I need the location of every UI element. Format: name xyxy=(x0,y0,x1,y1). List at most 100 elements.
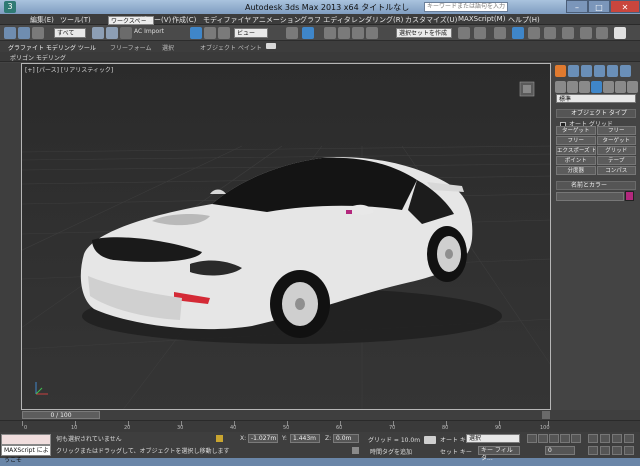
maxscript-listener-output[interactable] xyxy=(1,434,51,445)
curve-editor-icon[interactable] xyxy=(528,27,540,39)
set-key-button[interactable]: セット キー xyxy=(440,447,472,456)
mirror-icon[interactable] xyxy=(458,27,470,39)
name-color-rollout-header[interactable]: 名前とカラー xyxy=(556,181,636,190)
menu-customize[interactable]: カスタマイズ(U) xyxy=(405,15,457,25)
redo-icon[interactable] xyxy=(18,27,30,39)
menu-rendering[interactable]: レンダリング(R) xyxy=(351,15,403,25)
x-coordinate-field[interactable]: -1.027m xyxy=(248,434,278,443)
field-of-view-icon[interactable] xyxy=(588,446,598,455)
current-frame-field[interactable]: 0 xyxy=(545,446,575,455)
menu-modifiers[interactable]: モディファイヤ xyxy=(203,15,251,25)
tab-object-paint[interactable]: オブジェクト ペイント xyxy=(200,43,262,52)
menu-graph-editors[interactable]: グラフ エディタ xyxy=(300,15,351,25)
object-button[interactable]: ターゲット xyxy=(596,136,636,145)
menu-animation[interactable]: アニメーション xyxy=(252,15,301,25)
display-tab-icon[interactable] xyxy=(607,65,618,77)
reference-coord-select[interactable]: ビュー xyxy=(234,28,268,38)
object-button[interactable]: コンパス xyxy=(596,166,636,175)
selection-filter-select[interactable]: すべて xyxy=(54,28,86,38)
select-manipulate-icon[interactable] xyxy=(302,27,314,39)
tab-selection[interactable]: 選択 xyxy=(162,43,174,52)
timeline-next-icon[interactable] xyxy=(542,411,550,419)
orbit-icon[interactable] xyxy=(612,446,622,455)
render-setup-icon[interactable] xyxy=(580,27,592,39)
search-input[interactable]: キーワードまたは語句を入力 xyxy=(424,2,508,12)
pivot-icon[interactable] xyxy=(286,27,298,39)
close-button[interactable]: ✕ xyxy=(610,0,640,13)
create-tab-icon[interactable] xyxy=(555,65,566,77)
menu-help[interactable]: ヘルプ(H) xyxy=(508,15,540,25)
key-icon[interactable] xyxy=(424,436,436,444)
zoom-extents-all-icon[interactable] xyxy=(624,434,634,443)
menu-edit[interactable]: 編集(E) xyxy=(30,15,54,25)
play-icon[interactable] xyxy=(549,434,559,443)
key-mode-select[interactable]: 選択 xyxy=(466,434,520,443)
object-button[interactable]: 分度器 xyxy=(556,166,596,175)
key-filters-button[interactable]: キー フィルタ... xyxy=(478,446,520,462)
object-type-rollout-header[interactable]: オブジェクト タイプ xyxy=(556,109,636,118)
polygon-modeling-label[interactable]: ポリゴン モデリング xyxy=(10,53,66,62)
layer-icon[interactable] xyxy=(494,27,506,39)
zoom-extents-icon[interactable] xyxy=(612,434,622,443)
z-coordinate-field[interactable]: 0.0m xyxy=(333,434,359,443)
add-time-tag[interactable]: 時間タグを追加 xyxy=(370,447,412,456)
systems-icon[interactable] xyxy=(627,81,638,93)
named-selection-set-select[interactable]: 選択セットを作成 xyxy=(396,28,452,38)
previous-frame-icon[interactable] xyxy=(538,434,548,443)
geometry-icon[interactable] xyxy=(555,81,566,93)
link-icon[interactable] xyxy=(32,27,44,39)
render-frame-icon[interactable] xyxy=(596,27,608,39)
time-slider[interactable]: 0 / 100 xyxy=(22,411,100,419)
menu-view[interactable]: ビュー(V) xyxy=(140,15,171,25)
cameras-icon[interactable] xyxy=(591,81,602,93)
material-editor-icon[interactable] xyxy=(562,27,574,39)
ribbon-toggle-icon[interactable] xyxy=(266,43,276,49)
motion-tab-icon[interactable] xyxy=(594,65,605,77)
app-logo-icon[interactable]: 3 xyxy=(4,1,16,13)
object-button[interactable]: フリー xyxy=(556,136,596,145)
time-tag-icon[interactable] xyxy=(352,447,359,454)
scale-icon[interactable] xyxy=(218,27,230,39)
next-frame-icon[interactable] xyxy=(560,434,570,443)
go-to-start-icon[interactable] xyxy=(527,434,537,443)
ac-import-label[interactable]: AC Import xyxy=(134,28,164,35)
object-button[interactable]: エクスポーズ トン xyxy=(556,146,596,155)
hierarchy-tab-icon[interactable] xyxy=(581,65,592,77)
zoom-icon[interactable] xyxy=(588,434,598,443)
object-button[interactable]: グリッド xyxy=(596,146,636,155)
render-icon[interactable] xyxy=(614,27,626,39)
move-icon[interactable] xyxy=(190,27,202,39)
menu-tools[interactable]: ツール(T) xyxy=(60,15,91,25)
perspective-viewport[interactable]: [+] [パース] [リアリスティック] xyxy=(21,63,551,410)
lock-selection-icon[interactable] xyxy=(216,435,223,442)
schematic-view-icon[interactable] xyxy=(544,27,556,39)
minimize-button[interactable]: – xyxy=(566,0,588,13)
object-button[interactable]: テープ xyxy=(596,156,636,165)
spinner-snap-icon[interactable] xyxy=(366,27,378,39)
undo-icon[interactable] xyxy=(4,27,16,39)
go-to-end-icon[interactable] xyxy=(571,434,581,443)
maxscript-listener-input[interactable]: MAXScript にようこそ xyxy=(1,445,51,464)
select-by-name-icon[interactable] xyxy=(106,27,118,39)
object-button[interactable]: ポイント xyxy=(556,156,596,165)
graphite-toggle-icon[interactable] xyxy=(512,27,524,39)
object-button[interactable]: ターゲット xyxy=(556,126,596,135)
category-select[interactable]: 標準 xyxy=(556,94,636,103)
shapes-icon[interactable] xyxy=(567,81,578,93)
viewport-label[interactable]: [+] [パース] [リアリスティック] xyxy=(25,65,113,74)
zoom-all-icon[interactable] xyxy=(600,434,610,443)
tab-freeform[interactable]: フリーフォーム xyxy=(110,43,151,52)
select-object-icon[interactable] xyxy=(92,27,104,39)
object-color-swatch[interactable] xyxy=(625,191,634,201)
modify-tab-icon[interactable] xyxy=(568,65,579,77)
object-name-input[interactable] xyxy=(556,192,624,201)
percent-snap-icon[interactable] xyxy=(352,27,364,39)
maximize-button[interactable]: □ xyxy=(588,0,610,13)
space-warps-icon[interactable] xyxy=(615,81,626,93)
select-region-icon[interactable] xyxy=(120,27,132,39)
lights-icon[interactable] xyxy=(579,81,590,93)
menu-create[interactable]: 作成(C) xyxy=(172,15,196,25)
menu-maxscript[interactable]: MAXScript(M) xyxy=(458,15,505,23)
snap-icon[interactable] xyxy=(324,27,336,39)
maximize-viewport-icon[interactable] xyxy=(624,446,634,455)
